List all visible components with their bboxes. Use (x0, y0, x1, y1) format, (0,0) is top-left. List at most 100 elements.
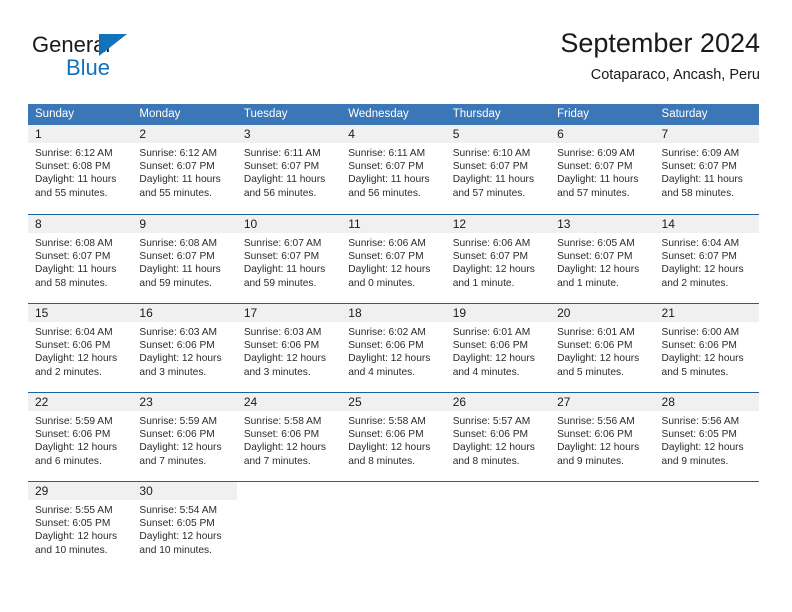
daylight-text: Daylight: 12 hours and 9 minutes. (557, 442, 640, 467)
weekday-header-saturday: Saturday (661, 108, 708, 120)
sunset-text: Sunset: 6:07 PM (557, 161, 633, 173)
sunset-text: Sunset: 6:06 PM (557, 429, 633, 441)
sunrise-text: Sunrise: 6:09 AM (557, 148, 635, 159)
calendar-day-cell[interactable]: 15 Sunrise: 6:04 AM Sunset: 6:06 PM Dayligh… (28, 304, 133, 391)
calendar-day-cell[interactable]: 21 Sunrise: 6:00 AM Sunset: 6:06 PM Dayligh… (654, 304, 759, 391)
day-number-band: 12 (445, 215, 551, 233)
calendar-day-cell[interactable]: 6 Sunrise: 6:09 AM Sunset: 6:07 PM Daylight… (550, 125, 655, 213)
sunset-text: Sunset: 6:06 PM (243, 429, 320, 441)
calendar-day-cell-empty (654, 482, 759, 569)
day-details: Sunrise: 6:08 AM Sunset: 6:07 PM Daylight:… (28, 233, 132, 290)
day-number-band (550, 482, 654, 500)
sunrise-text: Sunrise: 6:11 AM (243, 148, 321, 159)
day-details: Sunrise: 6:05 AM Sunset: 6:07 PM Daylight:… (550, 233, 654, 290)
sunset-text: Sunset: 6:06 PM (661, 340, 737, 352)
sunset-text: Sunset: 6:07 PM (557, 251, 633, 263)
calendar-day-cell[interactable]: 9 Sunrise: 6:08 AM Sunset: 6:07 PM Daylight… (132, 215, 237, 302)
daylight-text: Daylight: 11 hours and 55 minutes. (35, 174, 117, 199)
daylight-text: Daylight: 11 hours and 56 minutes. (348, 174, 430, 199)
sunset-text: Sunset: 6:06 PM (348, 429, 424, 441)
calendar-day-cell[interactable]: 19 Sunrise: 6:01 AM Sunset: 6:06 PM Dayligh… (445, 304, 551, 391)
calendar-day-cell[interactable]: 27 Sunrise: 5:56 AM Sunset: 6:06 PM Dayligh… (550, 393, 655, 480)
sunrise-text: Sunrise: 5:56 AM (557, 416, 635, 427)
day-details: Sunrise: 5:55 AM Sunset: 6:05 PM Daylight:… (28, 500, 132, 557)
calendar-day-cell[interactable]: 13 Sunrise: 6:05 AM Sunset: 6:07 PM Dayligh… (550, 215, 655, 302)
calendar-day-cell[interactable]: 22 Sunrise: 5:59 AM Sunset: 6:06 PM Dayligh… (28, 393, 133, 480)
sunset-text: Sunset: 6:07 PM (452, 161, 529, 173)
daylight-text: Daylight: 12 hours and 5 minutes. (661, 353, 744, 378)
day-number-band (446, 482, 550, 500)
day-details: Sunrise: 6:01 AM Sunset: 6:06 PM Daylight:… (550, 322, 654, 379)
calendar-day-cell[interactable]: 23 Sunrise: 5:59 AM Sunset: 6:06 PM Dayligh… (132, 393, 237, 480)
sunrise-text: Sunrise: 6:03 AM (139, 327, 218, 338)
daylight-text: Daylight: 12 hours and 7 minutes. (139, 442, 222, 467)
calendar-day-cell[interactable]: 18 Sunrise: 6:02 AM Sunset: 6:06 PM Dayligh… (341, 304, 446, 391)
sunrise-text: Sunrise: 6:12 AM (139, 148, 218, 159)
daylight-text: Daylight: 12 hours and 9 minutes. (661, 442, 744, 467)
sunset-text: Sunset: 6:05 PM (661, 429, 737, 441)
calendar-day-cell[interactable]: 29 Sunrise: 5:55 AM Sunset: 6:05 PM Dayligh… (28, 482, 133, 569)
day-number-band: 9 (132, 215, 237, 233)
day-details: Sunrise: 6:06 AM Sunset: 6:07 PM Daylight:… (446, 233, 550, 290)
brand-name-blue: Blue (66, 55, 111, 80)
day-number-band: 16 (132, 304, 237, 322)
day-number-band: 10 (236, 215, 342, 233)
calendar-day-cell[interactable]: 1 Sunrise: 6:12 AM Sunset: 6:08 PM Daylight… (28, 125, 133, 213)
daylight-text: Daylight: 12 hours and 8 minutes. (452, 442, 535, 467)
calendar-day-cell[interactable]: 30 Sunrise: 5:54 AM Sunset: 6:05 PM Dayligh… (132, 482, 237, 569)
page-subtitle: Cotaparaco, Ancash, Peru (590, 67, 760, 83)
calendar-day-cell[interactable]: 10 Sunrise: 6:07 AM Sunset: 6:07 PM Dayligh… (236, 215, 342, 302)
sunset-text: Sunset: 6:05 PM (139, 518, 215, 530)
calendar-day-cell[interactable]: 16 Sunrise: 6:03 AM Sunset: 6:06 PM Dayligh… (132, 304, 237, 391)
day-number-band: 4 (341, 125, 446, 143)
daylight-text: Daylight: 12 hours and 1 minute. (557, 264, 640, 289)
daylight-text: Daylight: 12 hours and 2 minutes. (661, 264, 744, 289)
calendar-page: General Blue September 2024 Cotaparaco, … (0, 0, 792, 612)
calendar-day-cell[interactable]: 28 Sunrise: 5:56 AM Sunset: 6:05 PM Dayligh… (654, 393, 759, 480)
sunset-text: Sunset: 6:06 PM (243, 340, 320, 352)
day-number: 14 (661, 217, 675, 231)
calendar-day-cell[interactable]: 3 Sunrise: 6:11 AM Sunset: 6:07 PM Daylight… (236, 125, 342, 213)
sunset-text: Sunset: 6:07 PM (139, 161, 215, 173)
daylight-text: Daylight: 12 hours and 5 minutes. (557, 353, 640, 378)
sunrise-text: Sunrise: 6:11 AM (348, 148, 426, 159)
daylight-text: Daylight: 12 hours and 0 minutes. (348, 264, 431, 289)
calendar-day-cell[interactable]: 24 Sunrise: 5:58 AM Sunset: 6:06 PM Dayligh… (236, 393, 342, 480)
brand-logo[interactable]: General Blue (32, 32, 242, 86)
sunrise-text: Sunrise: 6:07 AM (243, 238, 322, 249)
calendar-day-cell[interactable]: 25 Sunrise: 5:58 AM Sunset: 6:06 PM Dayligh… (341, 393, 446, 480)
calendar-day-cell[interactable]: 5 Sunrise: 6:10 AM Sunset: 6:07 PM Daylight… (445, 125, 551, 213)
day-number-band: 24 (236, 393, 342, 411)
calendar-day-cell[interactable]: 4 Sunrise: 6:11 AM Sunset: 6:07 PM Daylight… (341, 125, 446, 213)
sunrise-text: Sunrise: 6:10 AM (452, 148, 531, 159)
calendar-day-cell[interactable]: 8 Sunrise: 6:08 AM Sunset: 6:07 PM Daylight… (28, 215, 133, 302)
sunset-text: Sunset: 6:07 PM (139, 251, 215, 263)
weekday-header-wednesday: Wednesday (348, 108, 409, 120)
day-number-band: 21 (654, 304, 759, 322)
day-details: Sunrise: 6:04 AM Sunset: 6:06 PM Daylight:… (28, 322, 132, 379)
calendar-day-cell[interactable]: 20 Sunrise: 6:01 AM Sunset: 6:06 PM Dayligh… (550, 304, 655, 391)
sunset-text: Sunset: 6:07 PM (243, 161, 320, 173)
day-number: 4 (348, 127, 355, 141)
calendar-day-cell[interactable]: 26 Sunrise: 5:57 AM Sunset: 6:06 PM Dayligh… (445, 393, 551, 480)
calendar-day-cell[interactable]: 14 Sunrise: 6:04 AM Sunset: 6:07 PM Dayligh… (654, 215, 759, 302)
day-number-band: 22 (28, 393, 133, 411)
sunset-text: Sunset: 6:07 PM (452, 251, 529, 263)
day-number: 29 (35, 484, 49, 498)
day-number-band: 29 (28, 482, 133, 500)
sunrise-text: Sunrise: 6:12 AM (35, 148, 113, 159)
calendar-day-cell[interactable]: 7 Sunrise: 6:09 AM Sunset: 6:07 PM Daylight… (654, 125, 759, 213)
sunrise-text: Sunrise: 5:54 AM (139, 505, 218, 516)
day-number: 12 (452, 217, 467, 231)
calendar-day-cell[interactable]: 12 Sunrise: 6:06 AM Sunset: 6:07 PM Dayligh… (445, 215, 551, 302)
daylight-text: Daylight: 12 hours and 3 minutes. (139, 353, 222, 378)
daylight-text: Daylight: 12 hours and 10 minutes. (35, 531, 118, 556)
day-number: 3 (243, 127, 251, 141)
sunrise-text: Sunrise: 5:56 AM (661, 416, 740, 427)
calendar-day-cell[interactable]: 17 Sunrise: 6:03 AM Sunset: 6:06 PM Dayligh… (236, 304, 342, 391)
daylight-text: Daylight: 12 hours and 4 minutes. (452, 353, 535, 378)
calendar-day-cell[interactable]: 2 Sunrise: 6:12 AM Sunset: 6:07 PM Daylight… (132, 125, 237, 213)
day-number: 22 (35, 395, 49, 409)
calendar-day-cell[interactable]: 11 Sunrise: 6:06 AM Sunset: 6:07 PM Dayligh… (341, 215, 446, 302)
sunset-text: Sunset: 6:06 PM (139, 340, 215, 352)
